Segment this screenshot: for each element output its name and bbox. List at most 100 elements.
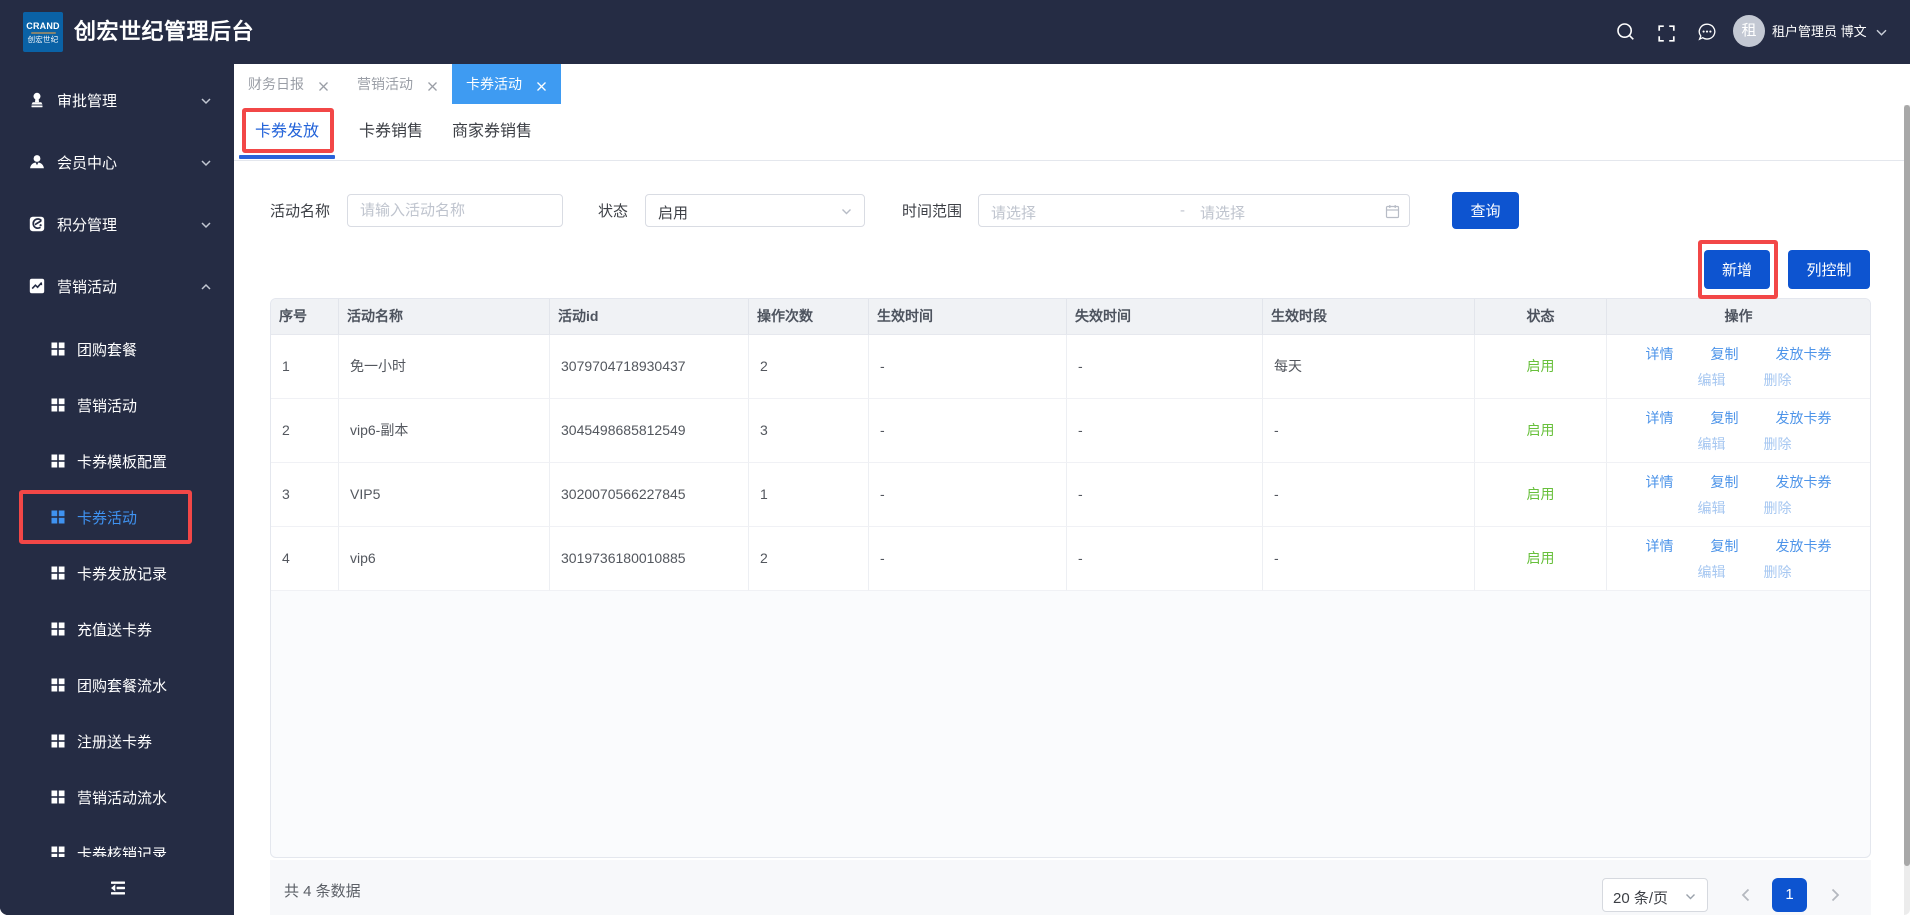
row-actions: 详情 复制 发放卡券编辑 删除 bbox=[1607, 399, 1870, 463]
action-link[interactable]: 编辑 bbox=[1698, 367, 1726, 393]
sidebar-subitem-label: 团购套餐流水 bbox=[77, 677, 168, 695]
range-start-placeholder: 请选择 bbox=[991, 205, 1037, 222]
user-name[interactable]: 租户管理员 博文 bbox=[1772, 24, 1867, 40]
sidebar-subitem-label: 充值送卡券 bbox=[77, 621, 153, 639]
logo-divider bbox=[30, 32, 56, 34]
cell-操作次数: 3 bbox=[749, 399, 869, 463]
grid-icon bbox=[51, 678, 65, 692]
subtab-2[interactable]: 卡券销售 bbox=[343, 104, 439, 160]
cell-活动id: 3019736180010885 bbox=[550, 527, 749, 591]
action-link[interactable]: 编辑 bbox=[1698, 495, 1726, 521]
sidebar-subitem-7[interactable]: 团购套餐流水 bbox=[0, 657, 234, 713]
status-badge: 启用 bbox=[1475, 463, 1607, 527]
row-actions-line1: 详情 复制 发放卡券 bbox=[1607, 533, 1870, 559]
tab-label: 卡券活动 bbox=[466, 76, 522, 92]
sidebar-subitem-9[interactable]: 营销活动流水 bbox=[0, 769, 234, 825]
range-end-placeholder: 请选择 bbox=[1200, 205, 1246, 222]
cell-活动名称: vip6 bbox=[339, 527, 550, 591]
menu-fold-icon[interactable] bbox=[110, 881, 126, 895]
tab-3[interactable]: 卡券活动 bbox=[452, 64, 561, 104]
prev-page-button[interactable] bbox=[1737, 878, 1753, 912]
sidebar-subitem-label: 卡券发放记录 bbox=[77, 565, 168, 583]
page-number-button[interactable]: 1 bbox=[1772, 878, 1807, 912]
action-link[interactable]: 删除 bbox=[1764, 559, 1792, 585]
table-row: 4 vip6 3019736180010885 2- - - 启用 详情 复制 发放卡券 编辑 删除 bbox=[271, 527, 1870, 591]
close-icon[interactable] bbox=[318, 79, 329, 91]
cell-失效时间: - bbox=[1067, 527, 1263, 591]
action-link[interactable]: 详情 bbox=[1646, 469, 1674, 495]
row-actions: 详情 复制 发放卡券编辑 删除 bbox=[1607, 335, 1870, 399]
cell-序号: 1 bbox=[271, 335, 339, 399]
row-actions: 详情 复制 发放卡券编辑 删除 bbox=[1607, 463, 1870, 527]
tab-1[interactable]: 财务日报 bbox=[234, 64, 343, 104]
date-range-picker[interactable]: 请选择 - 请选择 bbox=[978, 194, 1410, 227]
sidebar-item-label: 审批管理 bbox=[57, 92, 118, 110]
cell-生效时段: - bbox=[1263, 527, 1475, 591]
logo-text-en: CRAND bbox=[26, 20, 60, 31]
sidebar-subitem-4[interactable]: 卡券活动 bbox=[0, 489, 234, 545]
search-button[interactable]: 查询 bbox=[1452, 192, 1519, 229]
subtab-1[interactable]: 卡券发放 bbox=[239, 104, 335, 160]
sidebar-item-3[interactable]: 积分管理 bbox=[0, 193, 234, 255]
action-link[interactable]: 发放卡券 bbox=[1776, 469, 1832, 495]
sidebar-item-4[interactable]: 营销活动 bbox=[0, 255, 234, 317]
action-link[interactable]: 删除 bbox=[1764, 431, 1792, 457]
sidebar-item-2[interactable]: 会员中心 bbox=[0, 131, 234, 193]
tab-2[interactable]: 营销活动 bbox=[343, 64, 452, 104]
sidebar-subitem-2[interactable]: 营销活动 bbox=[0, 377, 234, 433]
action-link[interactable]: 发放卡券 bbox=[1776, 341, 1832, 367]
column-header-8: 状态 bbox=[1475, 299, 1607, 335]
sidebar-subitem-8[interactable]: 注册送卡券 bbox=[0, 713, 234, 769]
action-link[interactable]: 详情 bbox=[1646, 533, 1674, 559]
action-link[interactable]: 复制 bbox=[1711, 341, 1739, 367]
action-link[interactable]: 详情 bbox=[1646, 405, 1674, 431]
activity-name-input[interactable] bbox=[347, 194, 563, 227]
fullscreen-icon[interactable] bbox=[1658, 25, 1675, 42]
member-icon bbox=[29, 154, 45, 170]
row-actions-line1: 详情 复制 发放卡券 bbox=[1607, 469, 1870, 495]
action-link[interactable]: 发放卡券 bbox=[1776, 405, 1832, 431]
column-control-button[interactable]: 列控制 bbox=[1788, 250, 1870, 289]
search-icon[interactable] bbox=[1616, 22, 1636, 42]
sidebar-item-label: 积分管理 bbox=[57, 216, 118, 234]
action-link[interactable]: 详情 bbox=[1646, 341, 1674, 367]
action-link[interactable]: 复制 bbox=[1711, 469, 1739, 495]
stamp-icon bbox=[29, 92, 45, 108]
row-actions-line1: 详情 复制 发放卡券 bbox=[1607, 405, 1870, 431]
subtab-3[interactable]: 商家券销售 bbox=[441, 104, 543, 160]
cell-失效时间: - bbox=[1067, 335, 1263, 399]
status-select[interactable]: 启用 bbox=[645, 194, 865, 227]
action-link[interactable]: 发放卡券 bbox=[1776, 533, 1832, 559]
chevron-down-icon[interactable] bbox=[1875, 28, 1888, 37]
row-actions-line2: 编辑 删除 bbox=[1619, 559, 1870, 585]
message-icon[interactable] bbox=[1698, 23, 1716, 41]
action-link[interactable]: 复制 bbox=[1711, 405, 1739, 431]
page-size-value: 20 条/页 bbox=[1613, 890, 1669, 907]
close-icon[interactable] bbox=[536, 79, 547, 91]
action-link[interactable]: 删除 bbox=[1764, 367, 1792, 393]
cell-序号: 4 bbox=[271, 527, 339, 591]
sidebar-subitem-1[interactable]: 团购套餐 bbox=[0, 321, 234, 377]
action-link[interactable]: 编辑 bbox=[1698, 559, 1726, 585]
cell-生效时间: - bbox=[869, 463, 1067, 527]
action-link[interactable]: 编辑 bbox=[1698, 431, 1726, 457]
status-label: 状态 bbox=[598, 203, 629, 220]
action-link[interactable]: 删除 bbox=[1764, 495, 1792, 521]
page-size-select[interactable]: 20 条/页 bbox=[1602, 878, 1708, 912]
avatar[interactable]: 租 bbox=[1733, 15, 1765, 47]
app-logo: CRAND 创宏世纪 bbox=[23, 12, 63, 52]
action-link[interactable]: 复制 bbox=[1711, 533, 1739, 559]
add-button[interactable]: 新增 bbox=[1704, 250, 1770, 289]
sidebar-item-1[interactable]: 审批管理 bbox=[0, 69, 234, 131]
sidebar-subitem-3[interactable]: 卡券模板配置 bbox=[0, 433, 234, 489]
sidebar-subitem-6[interactable]: 充值送卡券 bbox=[0, 601, 234, 657]
sidebar-subitem-5[interactable]: 卡券发放记录 bbox=[0, 545, 234, 601]
next-page-button[interactable] bbox=[1827, 878, 1843, 912]
close-icon[interactable] bbox=[427, 79, 438, 91]
table-footer: 共 4 条数据 20 条/页 1 bbox=[270, 860, 1871, 915]
scrollbar-thumb[interactable] bbox=[1904, 105, 1910, 866]
app-header: CRAND 创宏世纪 创宏世纪管理后台 租 租户管理员 博文 bbox=[0, 0, 1910, 64]
sidebar: 审批管理 会员中心 积分管理 营销活动 团购套餐 营销活动 卡券模板配置 卡券活动 卡券发放记录… bbox=[0, 64, 234, 915]
row-actions: 详情 复制 发放卡券编辑 删除 bbox=[1607, 527, 1870, 591]
cell-活动id: 3079704718930437 bbox=[550, 335, 749, 399]
